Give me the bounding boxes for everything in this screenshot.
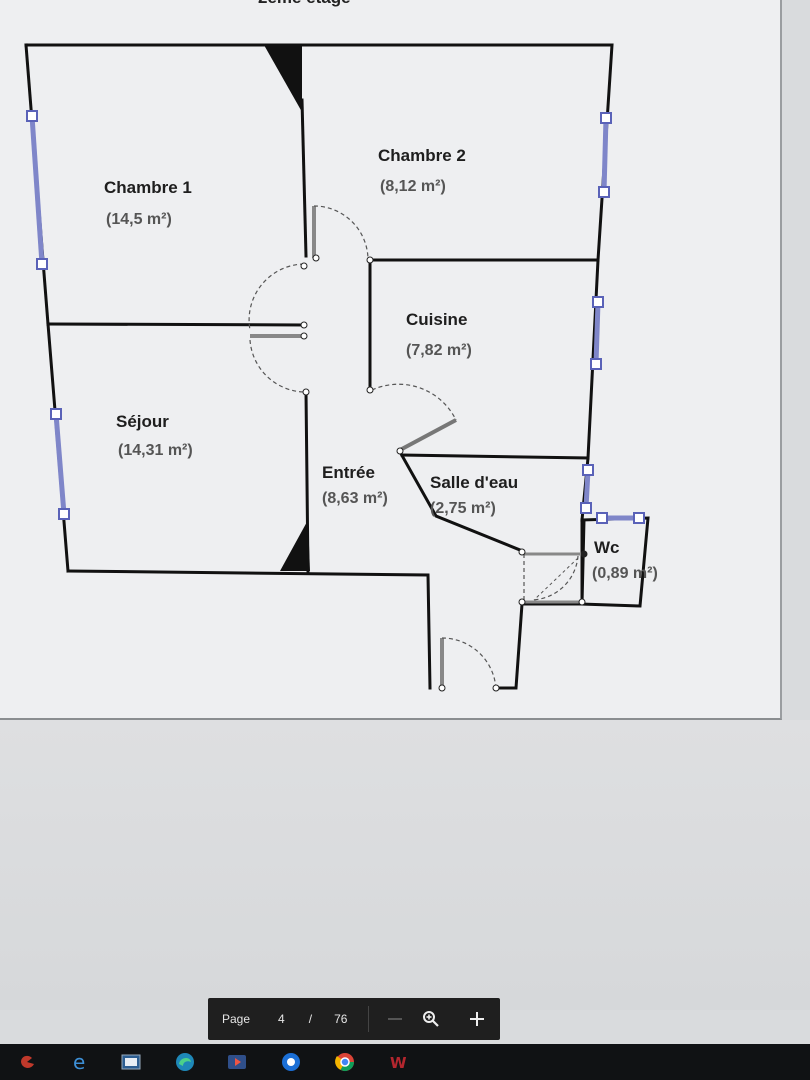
window-ch1 [29,115,45,265]
entrance-wall [496,602,584,690]
handle [50,408,62,420]
window-ch2 [601,117,609,193]
edge-icon[interactable]: e [68,1050,94,1074]
door-sejour [249,339,305,393]
zoom-in-icon[interactable] [414,998,448,1040]
page-label: Page [222,1012,251,1026]
room-label-salle-deau: Salle d'eau [430,473,519,492]
current-page-input[interactable]: 4 [278,1012,285,1026]
room-area-chambre-1: (14,5 m²) [106,211,172,228]
page-navigation-toolbar: Page 4 / 76 [208,998,500,1040]
outer-wall-bottom [66,569,432,690]
document-page: 2ème étage [0,0,782,720]
viewer-background [0,720,810,1010]
handle [598,186,610,198]
room-area-salle-deau: (2,75 m²) [430,500,496,517]
room-label-wc: Wc [594,538,620,557]
handle [58,508,70,520]
wall-ch1-ch2 [300,98,308,258]
room-label-sejour: Séjour [116,412,169,431]
edge-chromium-icon[interactable] [172,1050,198,1074]
room-area-cuisine: (7,82 m²) [406,342,472,359]
room-label-chambre-2: Chambre 2 [378,146,466,165]
wall-wedge-top [264,45,302,112]
window-sejour [53,413,67,515]
wall-ch1-sejour [46,322,306,327]
total-pages: 76 [334,1012,348,1026]
page-separator: / [308,1012,313,1026]
door-entrance [440,637,497,691]
toolbar-divider [368,1006,369,1032]
handle [633,512,645,524]
chrome-icon[interactable] [332,1050,358,1074]
media-icon[interactable] [224,1050,250,1074]
taskbar: e W [0,1044,810,1080]
floor-plan [24,43,650,692]
handle [592,296,604,308]
window-cuisine [593,301,601,365]
wc-wall [580,516,650,608]
handle [580,502,592,514]
handle [26,110,38,122]
door-wc [523,552,580,604]
browser-icon[interactable] [278,1050,304,1074]
outer-wall [24,43,614,522]
svg-text:e: e [73,1051,85,1073]
room-area-sejour: (14,31 m²) [118,442,193,459]
door-cuisine [371,383,457,452]
zoom-out-icon[interactable] [378,998,412,1040]
window-handles [26,110,645,524]
room-area-entree: (8,63 m²) [322,490,388,507]
handle [590,358,602,370]
svg-text:W: W [390,1054,407,1072]
room-area-chambre-2: (8,12 m²) [380,178,446,195]
handle [600,112,612,124]
plus-icon[interactable] [460,998,494,1040]
plan-doors [248,205,580,691]
handle [582,464,594,476]
wall-cuisine-sdb [400,453,590,460]
file-explorer-icon[interactable] [118,1050,144,1074]
handle [596,512,608,524]
word-icon[interactable]: W [384,1050,410,1074]
door-ch2 [312,205,369,261]
room-area-wc: (0,89 m²) [592,565,658,582]
app-icon[interactable] [16,1050,42,1074]
wall-wedge-bottom [280,520,310,571]
room-label-cuisine: Cuisine [406,310,468,329]
room-label-chambre-1: Chambre 1 [104,178,192,197]
handle [36,258,48,270]
plan-walls [24,43,650,690]
room-label-entree: Entrée [322,463,375,482]
